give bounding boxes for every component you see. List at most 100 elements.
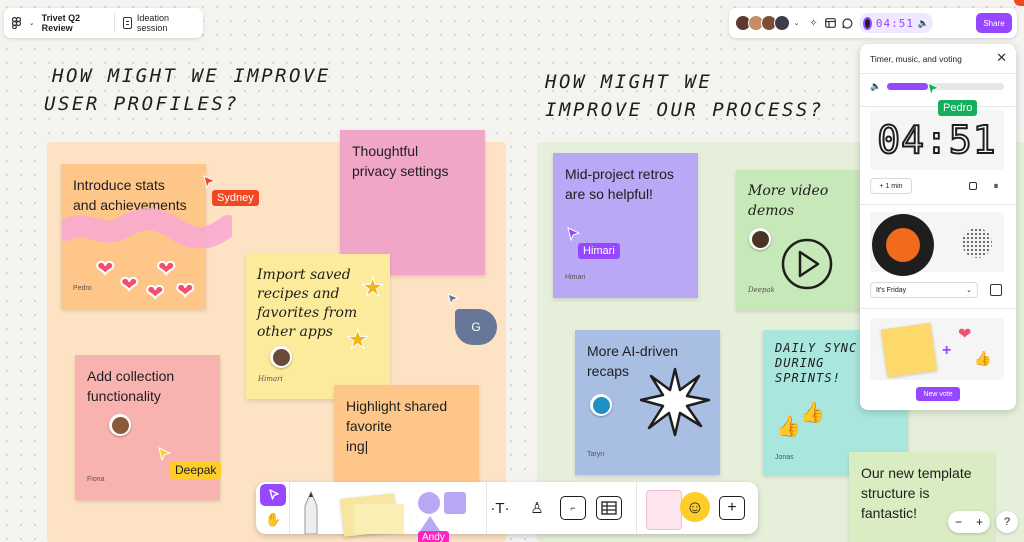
sticky-text: privacy settings — [352, 163, 449, 179]
stop-button[interactable] — [965, 178, 981, 194]
avatar — [590, 394, 612, 416]
emoji-icon: ☺ — [685, 496, 705, 517]
sticky-author: Deepak — [748, 286, 775, 294]
pause-button[interactable]: ⏸ — [988, 178, 1004, 194]
heart-icon: ❤ — [958, 326, 972, 343]
shape-square-tool[interactable] — [444, 492, 466, 514]
sticky-text: Thoughtful — [352, 143, 419, 159]
collaborator-avatars[interactable]: ⌄ — [735, 15, 802, 31]
sticky-text: Our new template — [861, 465, 972, 481]
speaker-grille — [962, 228, 992, 258]
vinyl-icon — [863, 16, 872, 30]
widgets-tool[interactable] — [646, 490, 682, 530]
cursor-label-pedro: Pedro — [938, 100, 978, 116]
text-tool[interactable]: ·T· — [487, 496, 513, 520]
guest-initial: G — [471, 320, 481, 334]
pause-icon: ⏸ — [993, 180, 999, 192]
stamp-icon: ♙ — [530, 500, 544, 517]
sticky-text: More video — [748, 183, 829, 199]
star-sticker[interactable]: ★ — [345, 324, 369, 355]
sticky-author: Taryn — [587, 451, 605, 458]
heart-sticker[interactable]: ❤ — [119, 271, 139, 298]
speaker-icon[interactable]: 🔈 — [918, 18, 929, 29]
add-minute-button[interactable]: + 1 min — [870, 178, 912, 194]
sticky-text[interactable]: ing| — [346, 436, 467, 456]
cursor-icon — [927, 82, 941, 96]
collaboration-bar[interactable]: ⌄ ✧ 04:51 🔈 Share — [729, 8, 1017, 38]
page-button[interactable]: Ideation session — [115, 8, 203, 38]
new-vote-button[interactable]: New vote — [916, 387, 960, 401]
layout-icon[interactable] — [825, 18, 836, 29]
divider — [860, 204, 1016, 205]
sparkle-icon[interactable]: ✧ — [808, 18, 819, 29]
avatar — [749, 228, 771, 250]
file-menu-bar[interactable]: ⌄ Trivet Q2 Review Ideation session — [4, 8, 203, 38]
hand-icon[interactable]: ✋ — [265, 512, 281, 528]
sticky-text: are so helpful! — [565, 186, 653, 202]
share-button[interactable]: Share — [976, 13, 1012, 33]
heading-process: How might we improve our process? — [545, 68, 824, 124]
sticky-note-tool-stack[interactable] — [354, 504, 404, 534]
comment-icon[interactable] — [842, 17, 853, 29]
file-name: Trivet Q2 Review — [41, 13, 81, 33]
play-icon — [781, 238, 833, 290]
cursor-label-deepak: Deepak — [170, 461, 222, 479]
emoji-stickers-tool[interactable]: ☺ — [680, 492, 710, 522]
help-button[interactable]: ? — [996, 511, 1018, 533]
pen-icon[interactable] — [298, 488, 324, 534]
track-select[interactable]: It's Friday ⌄ — [870, 282, 978, 298]
heart-sticker[interactable]: ❤ — [175, 277, 195, 304]
volume-slider[interactable] — [887, 83, 1004, 90]
sticky-text: More AI-driven — [587, 343, 679, 359]
heart-sticker[interactable]: ❤ — [156, 255, 176, 282]
heart-sticker[interactable]: ❤ — [145, 279, 165, 306]
heading-line: user profiles? — [44, 93, 240, 115]
chevron-down-icon: ⌄ — [28, 20, 35, 27]
cursor-label-sydney: Sydney — [212, 190, 259, 206]
table-tool[interactable] — [596, 496, 622, 520]
chevron-down-icon: ⌄ — [966, 287, 972, 294]
zoom-in-button[interactable]: + — [976, 515, 983, 529]
avatar[interactable] — [774, 15, 790, 31]
sticky-author: Fiona — [87, 476, 105, 483]
bottom-toolbar: ✋ ·T· ♙ ⌐ ☺ + — [256, 482, 758, 537]
plus-one-icon: + — [942, 342, 952, 359]
music-player — [870, 212, 1004, 276]
sticky-note[interactable]: Mid-project retros are so helpful! Himar… — [553, 153, 698, 298]
stamp-tool[interactable]: ♙ — [524, 496, 550, 520]
divider — [860, 73, 1016, 74]
music-toggle-checkbox[interactable] — [990, 284, 1002, 296]
timer-music-voting-panel: Timer, music, and voting ✕ 🔈 04:51 + 1 m… — [860, 44, 1016, 410]
zoom-controls: − + — [948, 511, 990, 533]
thumbs-up-sticker[interactable]: 👍 — [800, 400, 825, 425]
timer-display: 04:51 — [870, 110, 1004, 170]
page-name: Ideation session — [136, 13, 169, 33]
sticky-illustration — [880, 322, 938, 378]
cursor-label-himari: Himari — [578, 243, 620, 259]
thumbs-up-sticker[interactable]: 👍 — [776, 414, 801, 439]
section-tool[interactable]: ⌐ — [560, 496, 586, 520]
heart-sticker[interactable]: ❤ — [95, 255, 115, 282]
more-tools-button[interactable]: + — [719, 496, 745, 520]
file-name-button[interactable]: ⌄ Trivet Q2 Review — [4, 8, 114, 38]
sticky-text: Introduce stats — [73, 177, 165, 193]
timer-pill[interactable]: 04:51 🔈 — [859, 13, 933, 33]
help-icon: ? — [1003, 516, 1011, 528]
star-sticker[interactable]: ★ — [360, 272, 384, 303]
sticky-author: Pedro — [73, 285, 92, 292]
move-tool-button[interactable] — [260, 484, 286, 506]
cursor-icon — [567, 227, 581, 241]
close-icon[interactable]: ✕ — [996, 50, 1007, 66]
zoom-out-button[interactable]: − — [955, 515, 962, 529]
shape-circle-tool[interactable] — [418, 492, 440, 514]
divider — [860, 308, 1016, 309]
sticky-text: structure is — [861, 485, 930, 501]
sticky-text: demos — [748, 203, 795, 219]
page-icon — [122, 17, 132, 29]
avatar — [270, 346, 292, 368]
sticky-text: Highlight shared — [346, 398, 448, 414]
chevron-down-icon[interactable]: ⌄ — [791, 18, 802, 29]
highlight-stroke — [62, 208, 232, 248]
cursor-icon — [447, 293, 459, 305]
divider — [289, 482, 290, 534]
